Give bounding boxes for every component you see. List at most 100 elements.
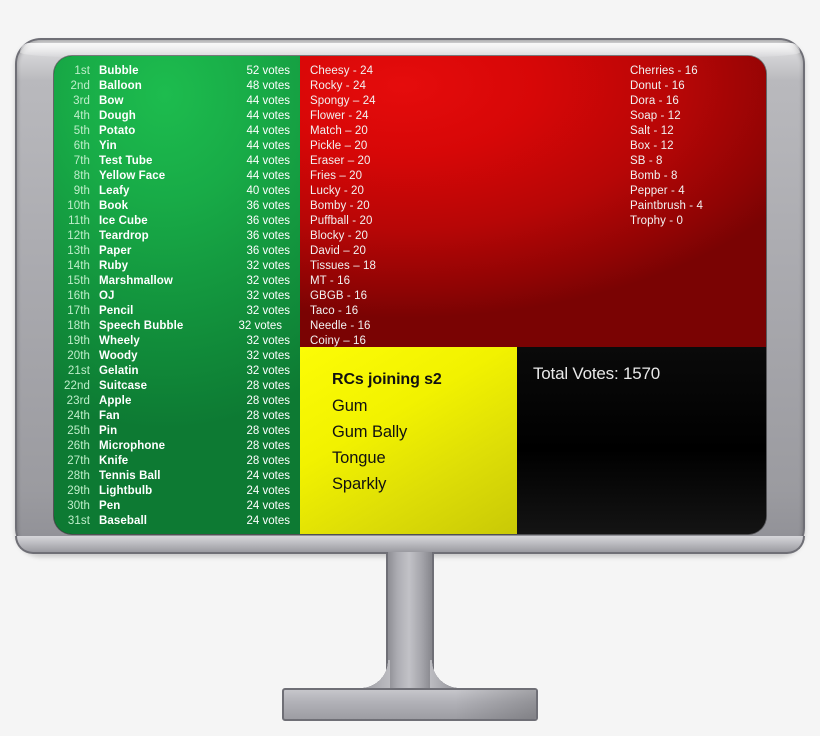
ranking-ordinal: 17th [67,305,90,317]
ranking-row: 26th Microphone 28 votes [63,439,290,454]
ranking-contestant-name: Yin [99,140,117,152]
ranking-contestant-name: Fan [99,410,120,422]
ranking-row: 16th OJ 32 votes [63,289,290,304]
ranking-row: 18th Speech Bubble 32 votes [63,319,290,334]
ranking-vote-count: 32 votes [246,335,290,347]
rcs-joining-heading: RCs joining s2 [332,371,442,388]
result-row: Dora - 16 [630,95,679,107]
ranking-vote-count: 32 votes [246,365,290,377]
ranking-row: 6th Yin 44 votes [63,139,290,154]
ranking-contestant-name: Woody [99,350,138,362]
ranking-vote-count: 28 votes [246,410,290,422]
ranking-row: 15th Marshmallow 32 votes [63,274,290,289]
ranking-ordinal: 8th [73,170,90,182]
ranking-vote-count: 28 votes [246,455,290,467]
result-row: Fries – 20 [310,170,363,182]
ranking-contestant-name: Yellow Face [99,170,166,182]
ranking-ordinal: 26th [67,440,90,452]
ranking-vote-count: 40 votes [246,185,290,197]
ranking-contestant-name: Speech Bubble [99,320,184,332]
ranking-panel-green: 1st Bubble 52 votes 2nd Balloon 48 votes 3rd Bo… [54,56,300,534]
rcs-joining-list: RCs joining s2 Gum Gum Bally Tongue Sparkly [300,347,517,497]
result-row: MT - 16 [310,275,351,287]
result-row: SB - 8 [630,155,663,167]
ranking-vote-count: 32 votes [246,260,290,272]
ranking-contestant-name: Knife [99,455,129,467]
ranking-ordinal: 22nd [64,380,90,392]
result-row: Pepper - 4 [630,185,685,197]
ranking-row: 24th Fan 28 votes [63,409,290,424]
ranking-vote-count: 44 votes [246,95,290,107]
result-row: Lucky - 20 [310,185,365,197]
ranking-row: 20th Woody 32 votes [63,349,290,364]
ranking-row: 5th Potato 44 votes [63,124,290,139]
ranking-ordinal: 12th [67,230,90,242]
ranking-row: 29th Lightbulb 24 votes [63,484,290,499]
result-row: Match – 20 [310,125,368,137]
monitor: 1st Bubble 52 votes 2nd Balloon 48 votes 3rd Bo… [0,0,820,736]
result-row: Bomby - 20 [310,200,370,212]
ranking-row: 27th Knife 28 votes [63,454,290,469]
result-row: David – 20 [310,245,366,257]
ranking-row: 19th Wheely 32 votes [63,334,290,349]
ranking-vote-count: 44 votes [246,110,290,122]
ranking-vote-count: 36 votes [246,230,290,242]
rcs-joining-panel-yellow: RCs joining s2 Gum Gum Bally Tongue Sparkly [300,347,517,534]
monitor-stand-base-shadow [455,690,536,719]
ranking-contestant-name: Book [99,200,129,212]
result-row: Rocky - 24 [310,80,366,92]
ranking-vote-count: 36 votes [246,215,290,227]
ranking-contestant-name: Pencil [99,305,134,317]
ranking-contestant-name: Bubble [99,65,139,77]
ranking-ordinal: 23rd [66,395,90,407]
ranking-contestant-name: Test Tube [99,155,153,167]
ranking-ordinal: 20th [67,350,90,362]
result-row: Taco - 16 [310,305,359,317]
ranking-vote-count: 48 votes [246,80,290,92]
ranking-vote-count: 44 votes [246,155,290,167]
result-row: Trophy - 0 [630,215,683,227]
result-row: Tissues – 18 [310,260,376,272]
ranking-vote-count: 32 votes [246,350,290,362]
result-row: Bomb - 8 [630,170,678,182]
result-row: Soap - 12 [630,110,681,122]
ranking-ordinal: 21st [67,365,90,377]
result-row: Spongy – 24 [310,95,376,107]
ranking-row: 11th Ice Cube 36 votes [63,214,290,229]
ranking-vote-count: 24 votes [246,500,290,512]
rcs-joining-item: Tongue [332,449,386,467]
ranking-ordinal: 6th [73,140,90,152]
ranking-contestant-name: Suitcase [99,380,148,392]
ranking-ordinal: 9th [73,185,90,197]
ranking-vote-count: 28 votes [246,380,290,392]
total-votes-panel-black: Total Votes: 1570 [517,347,766,534]
ranking-vote-count: 32 votes [246,290,290,302]
ranking-ordinal: 25th [67,425,90,437]
result-row: GBGB - 16 [310,290,368,302]
ranking-vote-count: 32 votes [246,305,290,317]
ranking-row: 4th Dough 44 votes [63,109,290,124]
result-row: Cheesy - 24 [310,65,374,77]
ranking-vote-count: 24 votes [246,515,290,527]
ranking-row: 2nd Balloon 48 votes [63,79,291,94]
ranking-row: 30th Pen 24 votes [63,499,290,514]
ranking-contestant-name: Ice Cube [99,215,148,227]
result-row: Box - 12 [630,140,674,152]
ranking-ordinal: 4th [73,110,90,122]
ranking-row: 1st Bubble 52 votes [63,64,290,79]
result-row: Blocky - 20 [310,230,368,242]
ranking-ordinal: 1st [74,65,90,77]
ranking-vote-count: 32 votes [246,275,290,287]
total-votes-label: Total Votes: 1570 [533,364,661,383]
result-row: Flower - 24 [310,110,369,122]
ranking-contestant-name: Leafy [99,185,130,197]
ranking-ordinal: 14th [67,260,90,272]
ranking-contestant-name: Bow [99,95,124,107]
ranking-ordinal: 28th [67,470,90,482]
ranking-ordinal: 10th [67,200,90,212]
ranking-ordinal: 11th [68,215,90,227]
ranking-contestant-name: Teardrop [99,230,149,242]
results-column-right: Cherries - 16 Donut - 16 Dora - 16 Soap - 1… [630,64,703,229]
ranking-row: 28th Tennis Ball 24 votes [63,469,290,484]
result-row: Salt - 12 [630,125,674,137]
